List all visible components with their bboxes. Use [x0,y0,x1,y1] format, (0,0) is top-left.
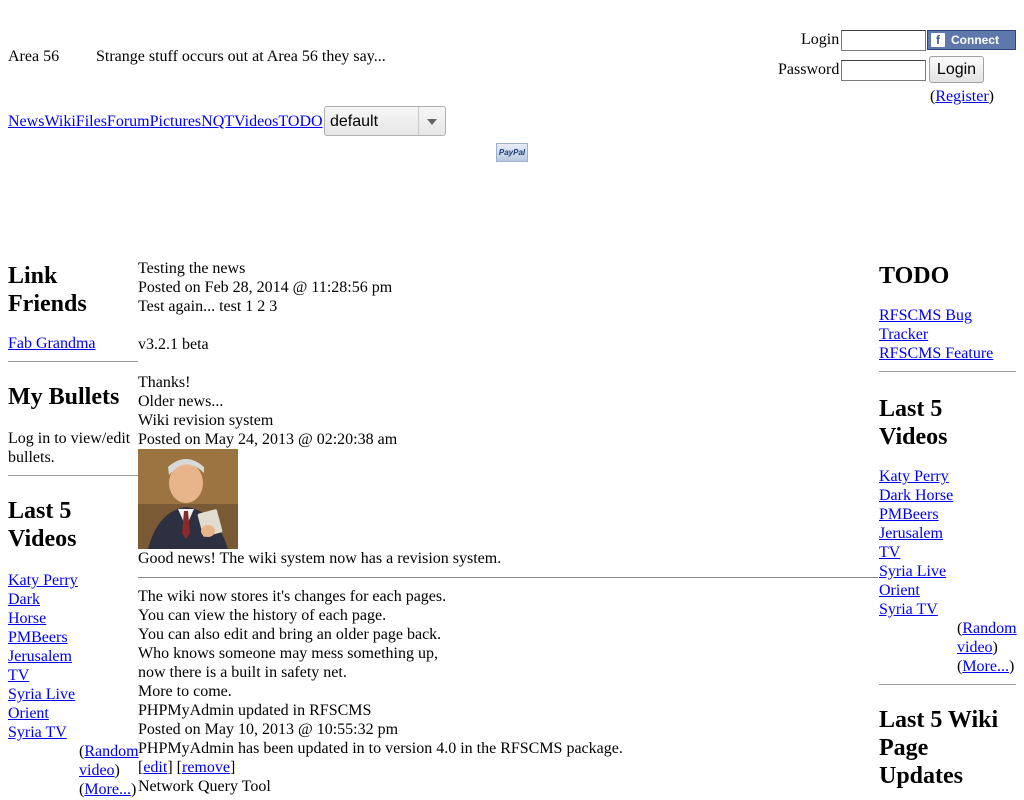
bullets-login-notice: Log in to view/edit bullets. [8,430,131,466]
todo-heading: TODO [879,263,950,289]
news-posted-date: Posted on Feb 28, 2014 @ 11:28:56 pm [138,279,393,296]
news-title: Testing the news [138,260,246,277]
todo-link-bug-tracker[interactable]: RFSCMS Bug Tracker [879,307,972,343]
left-divider-2 [8,475,138,476]
right-random-video-link[interactable]: Random video [957,620,1017,656]
news-title: Network Query Tool [138,778,271,795]
left-video-link[interactable]: Syria Live [8,686,75,703]
register-paren-close: ) [988,88,994,105]
left-video-list: Katy Perry Dark Horse PMBeers Jerusalem … [8,571,78,742]
my-bullets-heading: My Bullets [8,384,120,410]
left-video-link[interactable]: PMBeers [8,629,68,646]
news-feed-continued: The wiki now stores it's changes for eac… [138,587,878,796]
news-body: v3.2.1 beta [138,336,209,353]
older-news-label: Older news... [138,393,224,410]
theme-select[interactable]: default [324,106,446,136]
nav-news[interactable]: News [8,113,44,131]
nav-pictures[interactable]: Pictures [150,113,202,131]
news-posted-date: Posted on May 24, 2013 @ 02:20:38 am [138,431,398,448]
nav-wiki[interactable]: Wiki [44,113,75,131]
news-body: Thanks! [138,374,191,391]
theme-select-toggle[interactable] [418,107,445,135]
news-body-line: The wiki now stores it's changes for eac… [138,588,447,605]
left-video-link[interactable]: Orient [8,705,49,722]
news-body-line: Who knows someone may mess something up, [138,645,438,662]
left-random-video: (Random video) (More...) [79,743,139,798]
paypal-donate-button[interactable]: PayPal [496,143,528,162]
facebook-connect-label: Connect [951,33,999,47]
left-video-link[interactable]: Horse [8,610,46,627]
news-title: PHPMyAdmin updated in RFSCMS [138,702,372,719]
password-label: Password [778,61,840,78]
site-tagline: Strange stuff occurs out at Area 56 they… [96,48,386,65]
right-video-link[interactable]: Katy Perry [879,468,949,485]
remove-link[interactable]: remove [182,759,230,776]
right-video-link[interactable]: PMBeers [879,506,939,523]
edit-link[interactable]: edit [143,759,167,776]
right-more-videos-link[interactable]: More... [962,658,1009,675]
right-video-link[interactable]: Syria TV [879,601,938,618]
right-divider-1 [879,371,1016,372]
nav-videos[interactable]: Videos [234,113,278,131]
link-friends-heading: Link Friends [8,263,87,317]
login-button[interactable]: Login [929,56,984,83]
right-random-video: (Random video) (More...) [957,620,1017,675]
left-random-video-link[interactable]: Random video [79,743,139,779]
todo-link-feature[interactable]: RFSCMS Feature [879,345,993,362]
left-video-link[interactable]: Jerusalem [8,648,72,665]
nav-forum[interactable]: Forum [107,113,150,131]
left-divider-1 [8,361,138,362]
left-more-videos-link[interactable]: More... [84,781,131,798]
news-feed: Testing the news Posted on Feb 28, 2014 … [138,259,878,568]
chevron-down-icon [427,119,437,125]
main-nav: News Wiki Files Forum Pictures NQT Videos TODO [8,113,323,131]
left-video-link[interactable]: Katy Perry [8,572,78,589]
facebook-icon: f [931,33,945,47]
login-input[interactable] [841,30,926,51]
news-author-photo [138,449,238,549]
password-input[interactable] [841,60,926,81]
news-body: PHPMyAdmin has been updated in to versio… [138,740,623,757]
news-body-line: now there is a built in safety net. [138,664,347,681]
nav-todo[interactable]: TODO [278,113,322,131]
left-video-link[interactable]: TV [8,667,29,684]
todo-list: RFSCMS Bug Tracker RFSCMS Feature [879,306,993,363]
nav-nqt[interactable]: NQT [201,113,234,131]
nav-files[interactable]: Files [76,113,107,131]
news-divider [138,577,878,578]
right-last5-videos-heading: Last 5 Videos [879,396,948,450]
news-body: Test again... test 1 2 3 [138,298,278,315]
news-body-line: You can view the history of each page. [138,607,387,624]
register-link[interactable]: Register [935,88,988,105]
news-lead: Good news! The wiki system now has a rev… [138,550,502,567]
last5-wiki-updates-heading: Last 5 Wiki Page Updates [879,707,999,789]
right-video-link[interactable]: Orient [879,582,920,599]
right-video-link[interactable]: Jerusalem [879,525,943,542]
register-line: (Register) [930,88,994,106]
theme-select-value: default [330,113,379,130]
news-posted-date: Posted on May 10, 2013 @ 10:55:32 pm [138,721,399,738]
login-label: Login [801,31,840,48]
news-admin-actions: [edit] [remove] [138,759,236,776]
left-video-link[interactable]: Syria TV [8,724,67,741]
news-title: Wiki revision system [138,412,274,429]
news-body-line: You can also edit and bring an older pag… [138,626,442,643]
link-friend-fab-grandma[interactable]: Fab Grandma [8,335,96,353]
site-name: Area 56 [8,48,60,65]
right-video-link[interactable]: Syria Live [879,563,946,580]
left-video-link[interactable]: Dark [8,591,40,608]
right-video-list: Katy Perry Dark Horse PMBeers Jerusalem … [879,467,953,619]
facebook-connect-button[interactable]: f Connect [927,30,1016,50]
news-body-line: More to come. [138,683,232,700]
right-video-link[interactable]: TV [879,544,900,561]
right-divider-2 [879,684,1016,685]
left-last5-videos-heading: Last 5 Videos [8,498,77,552]
right-video-link[interactable]: Dark Horse [879,487,953,504]
